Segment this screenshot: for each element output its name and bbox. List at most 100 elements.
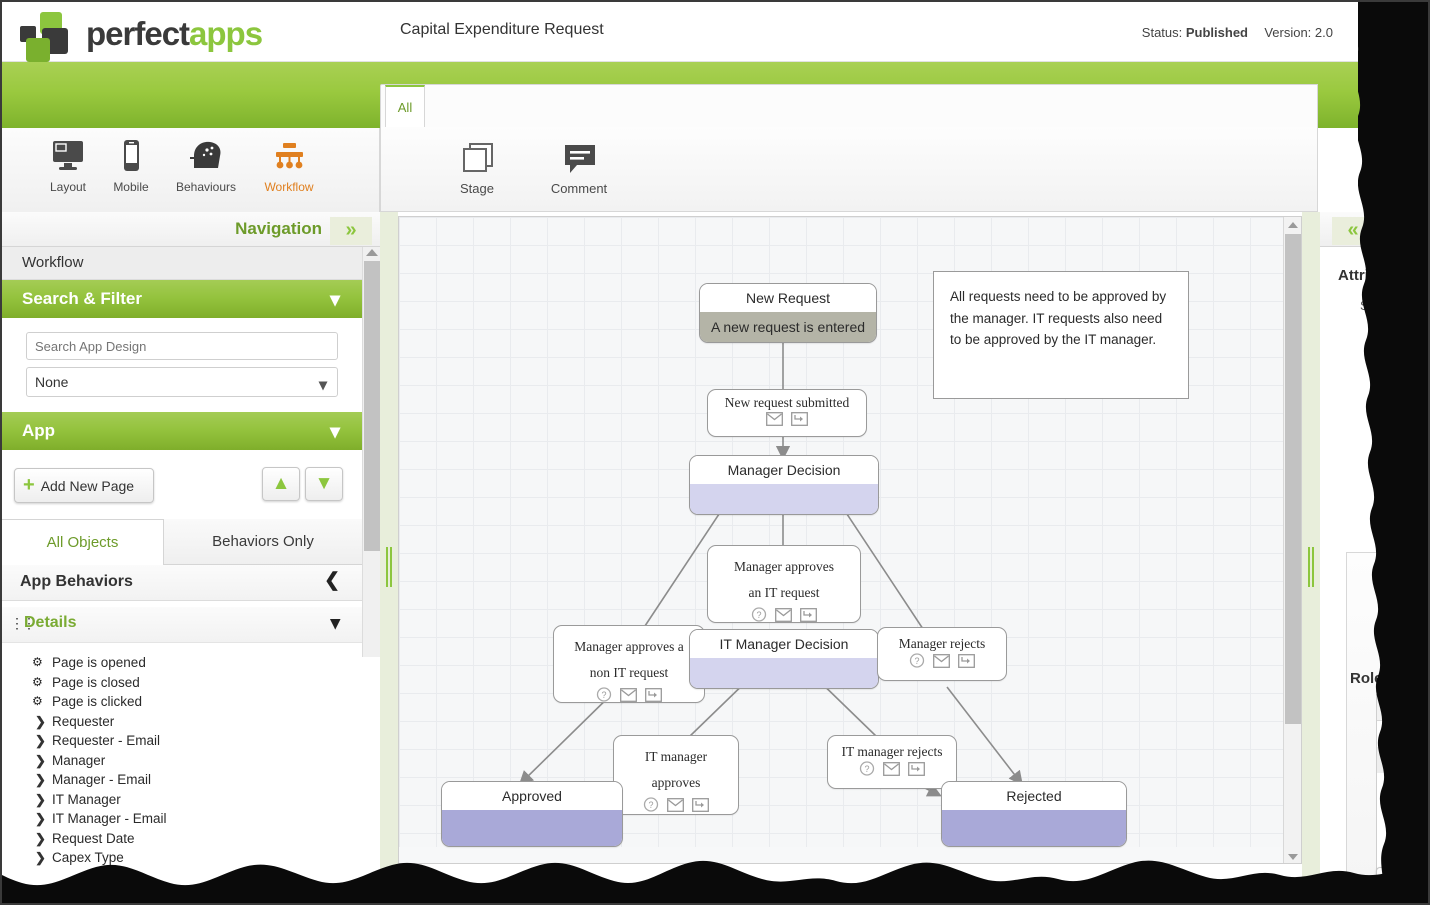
scroll-up-arrow-icon[interactable] [366,249,378,256]
list-item[interactable]: ❯ Manager - Email [2,772,362,792]
module-layout-label: Layout [49,180,87,194]
action-icon[interactable] [908,762,925,781]
list-item[interactable]: ❯ Request Date [2,831,362,851]
email-icon[interactable] [620,688,637,707]
stage-manager-decision-title: Manager Decision [690,456,878,484]
search-input[interactable] [26,332,338,360]
table-row[interactable]: Ap [1377,721,1428,747]
list-item[interactable]: ❯ Capex Type [2,850,362,870]
gear-icon[interactable]: ⚙ [32,675,43,689]
list-item[interactable]: ❯ Requester [2,714,362,734]
email-icon[interactable] [933,654,950,673]
help-icon[interactable]: ? [909,653,925,673]
table-row[interactable]: IT [1377,773,1428,799]
list-item[interactable]: ❯ IT Manager [2,792,362,812]
transition-label: IT manager rejects [841,744,943,759]
list-item[interactable]: ❯ Manager [2,753,362,773]
gear-icon[interactable]: ⚙ [32,694,43,708]
chevron-right-icon[interactable]: ❯ [35,811,46,827]
chevron-right-icon[interactable]: ❯ [35,850,46,866]
add-new-page-button[interactable]: + Add New Page [14,468,154,503]
transition-it-manager-approves[interactable]: IT manager approves ? [613,735,739,815]
module-layout[interactable]: Layout [32,138,104,202]
help-icon[interactable]: ? [859,761,875,781]
list-item[interactable]: ❯ IT Manager - Email [2,811,362,831]
support-phone-icon[interactable] [1384,150,1428,197]
chevrons-up-icon[interactable]: ▲ [262,467,300,501]
chevron-down-icon[interactable]: ▾ [330,419,340,444]
action-icon[interactable] [692,798,709,817]
list-item[interactable]: ⚙ Page is closed [2,675,362,695]
action-icon[interactable] [800,608,817,627]
canvas-vertical-scrollbar[interactable] [1283,217,1301,863]
right-panel-button[interactable] [1376,867,1428,895]
chevron-down-icon[interactable]: ▾ [330,287,340,312]
transition-new-request-submitted[interactable]: New request submitted [707,389,867,437]
chevron-left-icon[interactable]: ❮ [324,569,340,592]
chevron-down-icon[interactable]: ▾ [330,612,340,635]
stage-rejected[interactable]: Rejected [941,781,1127,847]
diagram-note[interactable]: All requests need to be approved by the … [933,271,1189,399]
scroll-up-arrow-icon[interactable] [1288,222,1298,228]
app-behaviors-header[interactable]: App Behaviors ❮ [2,565,362,601]
action-icon[interactable] [791,412,808,431]
list-item[interactable]: ❯ Requester - Email [2,733,362,753]
section-header-search-filter[interactable]: Search & Filter ▾ [2,280,362,318]
chevron-double-right-icon[interactable]: » [330,217,372,245]
left-splitter[interactable] [380,212,398,903]
stage-it-manager-decision[interactable]: IT Manager Decision [689,629,879,689]
transition-manager-approves-non-it[interactable]: Manager approves a non IT request ? [553,625,705,703]
module-mobile[interactable]: Mobile [95,138,167,202]
help-icon[interactable]: ? [596,687,612,707]
splitter-grip-icon[interactable] [386,547,392,587]
module-workflow[interactable]: Workflow [253,138,325,202]
tab-all[interactable]: All [385,85,425,128]
list-item[interactable]: ⚙ Page is opened [2,655,362,675]
help-icon[interactable]: ? [751,607,767,627]
right-splitter[interactable] [1302,212,1320,903]
stage-approved[interactable]: Approved [441,781,623,847]
email-icon[interactable] [883,762,900,781]
stage-manager-decision[interactable]: Manager Decision [689,455,879,515]
module-behaviours[interactable]: Behaviours [170,138,242,202]
list-item[interactable]: ⚙ Page is clicked [2,694,362,714]
transition-manager-rejects[interactable]: Manager rejects ? [877,627,1007,681]
chevrons-down-icon[interactable]: ▼ [305,467,343,501]
section-header-app[interactable]: App ▾ [2,412,362,450]
scrollbar-thumb[interactable] [1285,234,1301,724]
brand-logo[interactable]: perfectapps [14,6,284,62]
chevron-right-icon[interactable]: ❯ [35,831,46,847]
module-toolbar: Layout Mobile Behaviours Workflow [2,128,380,212]
email-icon[interactable] [667,798,684,817]
breadcrumb[interactable]: Workflow [2,247,362,280]
left-panel-scrollbar[interactable] [362,247,380,657]
tab-all-objects[interactable]: All Objects [2,519,164,565]
gear-icon[interactable]: ⚙ [32,655,43,669]
chevron-right-icon[interactable]: ❯ [35,792,46,808]
tool-comment[interactable]: Comment [531,135,627,205]
chevron-right-icon[interactable]: ❯ [35,733,46,749]
email-icon[interactable] [766,412,783,431]
help-icon[interactable]: ? [643,797,659,817]
chevron-double-left-icon[interactable]: « [1332,217,1374,245]
workflow-canvas[interactable]: All requests need to be approved by the … [399,217,1285,847]
action-icon[interactable] [645,688,662,707]
action-icon[interactable] [958,654,975,673]
scrollbar-thumb[interactable] [364,261,380,551]
transition-manager-approves-it[interactable]: Manager approves an IT request ? [707,545,861,623]
workflow-canvas-container: All requests need to be approved by the … [398,216,1302,864]
email-icon[interactable] [775,608,792,627]
chevron-right-icon[interactable]: ❯ [35,772,46,788]
details-header[interactable]: ⋮⋮ Details ▾ [2,607,362,643]
tool-stage[interactable]: Stage [429,135,525,205]
chevron-right-icon[interactable]: ❯ [35,714,46,730]
transition-it-manager-rejects[interactable]: IT manager rejects ? [827,735,957,789]
table-row[interactable]: Ma [1377,747,1428,773]
roles-table[interactable]: Ap Ma IT [1376,694,1428,894]
chevron-right-icon[interactable]: ❯ [35,753,46,769]
tab-behaviors-only[interactable]: Behaviors Only [164,519,362,565]
filter-select[interactable]: None ▾ [26,367,338,397]
scroll-down-arrow-icon[interactable] [1288,854,1298,860]
splitter-grip-icon[interactable] [1308,547,1314,587]
stage-new-request[interactable]: New Request A new request is entered [699,283,877,343]
